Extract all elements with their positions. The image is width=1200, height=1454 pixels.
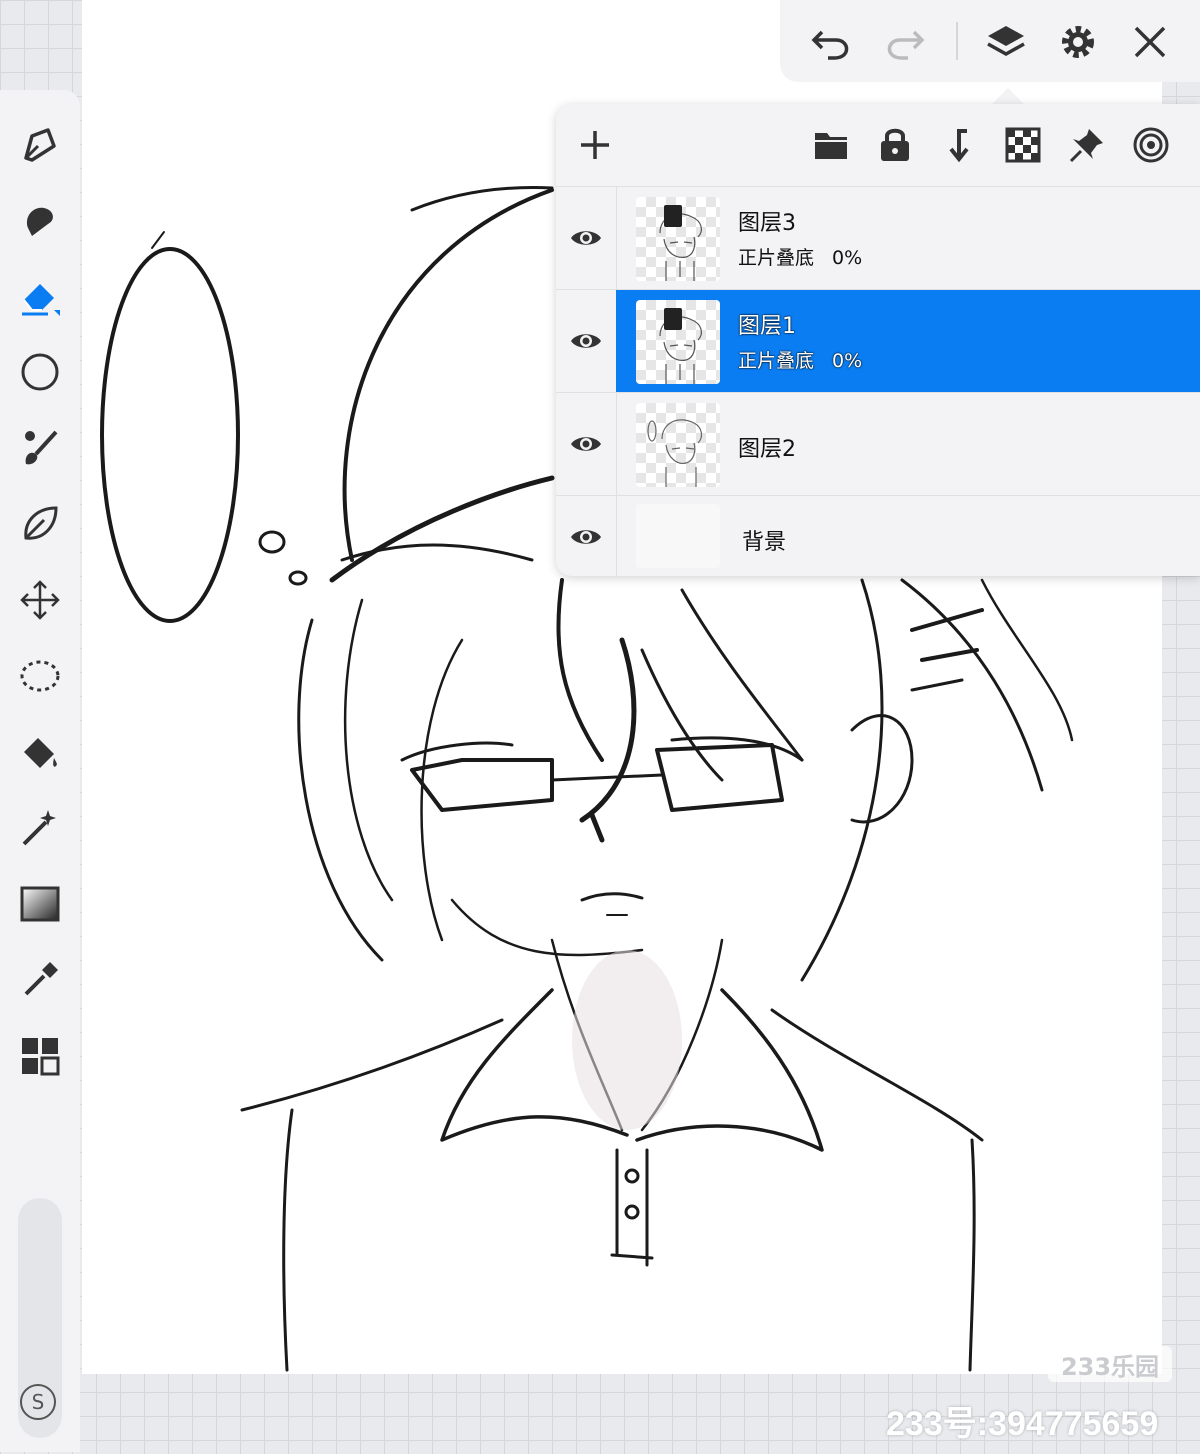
visibility-eye-icon[interactable] [556,393,617,495]
smudge-icon[interactable] [14,194,66,246]
layer-opacity: 0% [832,247,863,269]
popover-caret [992,88,1024,104]
layer-name: 图层2 [738,437,796,462]
target-icon[interactable] [1128,122,1174,168]
layer-row[interactable]: 图层3 正片叠底 0% [556,186,1200,289]
close-icon[interactable] [1124,16,1176,68]
undo-icon[interactable] [804,16,856,68]
gradient-icon[interactable] [14,878,66,930]
leaf-icon[interactable] [14,498,66,550]
shape-icon[interactable] [14,346,66,398]
reference-marker [664,205,682,227]
layer-row[interactable]: 背景 [556,495,1200,576]
blend-mode: 正片叠底 [738,350,815,372]
magic-wand-icon[interactable] [14,802,66,854]
layer-opacity: 0% [832,350,863,372]
redo-icon[interactable] [880,16,932,68]
eyedropper-icon[interactable] [14,954,66,1006]
reference-marker [664,308,682,330]
layers-panel: 图层3 正片叠底 0% 图层1 正片叠底 0% 图层2 背景 [556,104,1200,576]
layers-panel-header [556,104,1200,186]
layer-thumbnail [636,197,720,281]
layer-name: 图层1 [738,314,796,339]
toolbar-divider [956,22,958,60]
grid-icon[interactable] [14,1030,66,1082]
layer-row[interactable]: 图层1 正片叠底 0% [556,289,1200,392]
fill-bucket-icon[interactable] [14,726,66,778]
blend-mode: 正片叠底 [738,247,815,269]
lasso-icon[interactable] [14,650,66,702]
settings-icon[interactable] [1052,16,1104,68]
move-icon[interactable] [14,574,66,626]
layer-row[interactable]: 图层2 [556,392,1200,495]
alpha-lock-icon[interactable] [1000,122,1046,168]
eraser-icon[interactable] [14,270,66,322]
visibility-eye-icon[interactable] [556,290,617,392]
visibility-eye-icon[interactable] [556,187,617,289]
layer-blend-info: 正片叠底 0% [738,243,862,270]
watermark-logo: 233乐园 [1048,1346,1172,1382]
layer-item[interactable]: 背景 [616,496,1200,576]
visibility-eye-icon[interactable] [556,496,617,576]
layer-item[interactable]: 图层3 正片叠底 0% [616,187,1200,289]
folder-icon[interactable] [808,122,854,168]
tool-sidebar: S [0,90,80,1452]
watermark-id: 233号:394775659 [886,1405,1159,1443]
layer-name: 图层3 [738,211,796,236]
layer-item-selected[interactable]: 图层1 正片叠底 0% [616,290,1200,392]
layer-item[interactable]: 图层2 [616,393,1200,495]
layer-blend-info: 正片叠底 0% [738,346,862,373]
layer-thumbnail [636,403,720,487]
brush-icon[interactable] [14,422,66,474]
top-action-bar [780,0,1200,82]
layer-name: 背景 [742,530,787,555]
s-button[interactable]: S [20,1384,56,1420]
pin-icon[interactable] [1064,122,1110,168]
layer-thumbnail [636,300,720,384]
lock-icon[interactable] [872,122,918,168]
add-layer-icon[interactable] [572,122,618,168]
layers-icon[interactable] [980,16,1032,68]
merge-down-icon[interactable] [936,122,982,168]
layer-thumbnail [636,504,720,568]
pen-icon[interactable] [14,118,66,170]
